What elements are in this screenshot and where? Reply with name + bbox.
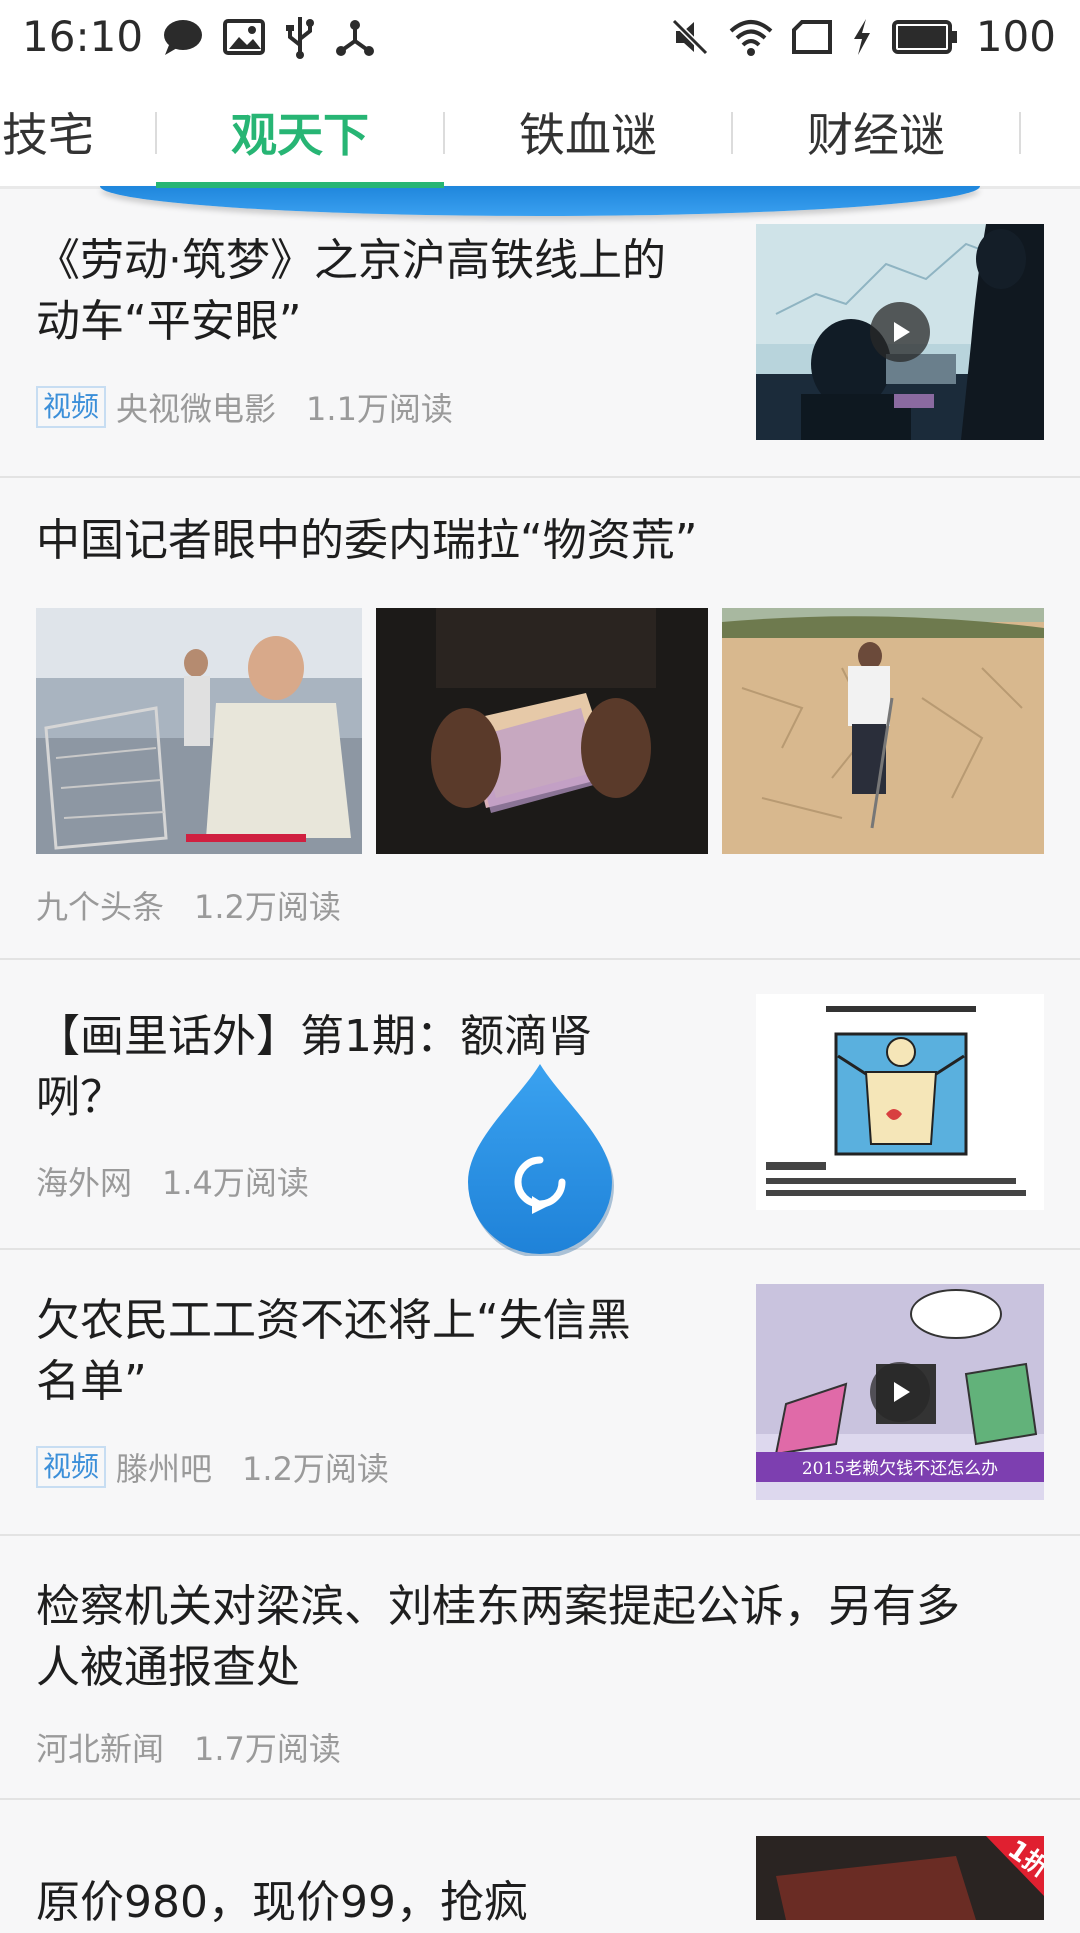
wifi-icon: [728, 17, 774, 57]
mute-icon: [670, 17, 710, 57]
article-meta: 河北新闻 1.7万阅读: [36, 1724, 341, 1770]
article-title: 欠农民工工资不还将上“失信黑 名单”: [36, 1290, 726, 1412]
thumb-caption: 2015老赖欠钱不还怎么办: [802, 1459, 998, 1479]
usb-icon: [283, 15, 317, 59]
status-bar: 16:10 100: [0, 0, 1080, 76]
banknotes-photo[interactable]: [376, 608, 708, 854]
article-meta: 视频 滕州吧 1.2万阅读: [36, 1444, 389, 1490]
supermarket-photo[interactable]: [36, 608, 362, 854]
active-tab-indicator: [156, 182, 444, 188]
battery-level: 100: [975, 12, 1056, 61]
article-meta: 视频 央视微电影 1.1万阅读: [36, 384, 453, 430]
tab-world[interactable]: 观天下: [156, 76, 444, 188]
article-title: 《劳动·筑梦》之京沪高铁线上的 动车“平安眼”: [36, 230, 726, 352]
video-thumbnail[interactable]: [756, 224, 1044, 440]
title-line: 检察机关对梁滨、刘桂东两案提起公诉，另有多: [36, 1581, 960, 1632]
title-line: 动车“平安眼”: [36, 296, 302, 347]
no-sim-icon: [791, 19, 832, 54]
battery-icon: [891, 19, 958, 54]
article-source: 央视微电影: [116, 390, 277, 428]
cartoon-video-thumbnail[interactable]: 2015老赖欠钱不还怎么办: [756, 1284, 1044, 1500]
read-count: 1.4万阅读: [162, 1164, 309, 1202]
article-title: 原价980，现价99，抢疯: [36, 1877, 528, 1928]
title-line: 欠农民工工资不还将上“失信黑: [36, 1295, 631, 1346]
article-title: 中国记者眼中的委内瑞拉“物资荒”: [36, 515, 698, 566]
category-tabs: 技宅 观天下 铁血谜 财经谜: [0, 76, 1080, 188]
read-count: 1.2万阅读: [242, 1450, 389, 1488]
article-title: 检察机关对梁滨、刘桂东两案提起公诉，另有多 人被通报查处: [36, 1576, 1046, 1698]
video-tag: 视频: [36, 1446, 107, 1488]
list-item[interactable]: 《劳动·筑梦》之京沪高铁线上的 动车“平安眼” 视频 央视微电影 1.1万阅读: [0, 212, 1080, 478]
title-line: 【画里话外】第1期：额滴肾: [36, 1011, 592, 1062]
list-item[interactable]: 欠农民工工资不还将上“失信黑 名单” 视频 滕州吧 1.2万阅读 2015老赖欠…: [0, 1248, 1080, 1536]
article-title: 【画里话外】第1期：额滴肾 咧？: [36, 1006, 726, 1128]
title-line: 咧？: [36, 1072, 124, 1123]
article-meta: 海外网 1.4万阅读: [36, 1158, 309, 1204]
read-count: 1.7万阅读: [194, 1730, 341, 1768]
image-strip: [36, 608, 1044, 854]
article-meta: 九个头条 1.2万阅读: [36, 882, 341, 928]
title-line: 名单”: [36, 1356, 147, 1407]
play-icon: [870, 302, 930, 362]
read-count: 1.2万阅读: [194, 888, 341, 926]
list-item[interactable]: 原价980，现价99，抢疯 1折: [0, 1798, 1080, 1928]
tab-tech[interactable]: 技宅: [0, 76, 156, 188]
title-line: 人被通报查处: [36, 1642, 300, 1693]
chat-icon: [161, 17, 205, 57]
dry-field-photo[interactable]: [722, 608, 1044, 854]
kidney-cartoon-thumbnail[interactable]: [756, 994, 1044, 1210]
tab-finance[interactable]: 财经谜: [732, 76, 1020, 188]
video-tag: 视频: [36, 386, 107, 428]
article-source: 河北新闻: [36, 1730, 165, 1768]
list-item[interactable]: 检察机关对梁滨、刘桂东两案提起公诉，另有多 人被通报查处 河北新闻 1.7万阅读: [0, 1534, 1080, 1800]
article-source: 九个头条: [36, 888, 165, 926]
article-source: 海外网: [36, 1164, 133, 1202]
wallet-ad-thumbnail[interactable]: 1折: [756, 1836, 1044, 1920]
article-source: 滕州吧: [116, 1450, 213, 1488]
clock: 16:10: [22, 12, 144, 61]
tab-military[interactable]: 铁血谜: [444, 76, 732, 188]
charging-icon: [850, 17, 874, 57]
read-count: 1.1万阅读: [306, 390, 453, 428]
refresh-button[interactable]: [462, 1060, 618, 1258]
image-icon: [223, 18, 266, 55]
play-icon: [870, 1362, 930, 1422]
title-line: 《劳动·筑梦》之京沪高铁线上的: [36, 235, 666, 286]
tab-divider: [1019, 112, 1021, 154]
share-node-icon: [335, 17, 375, 57]
